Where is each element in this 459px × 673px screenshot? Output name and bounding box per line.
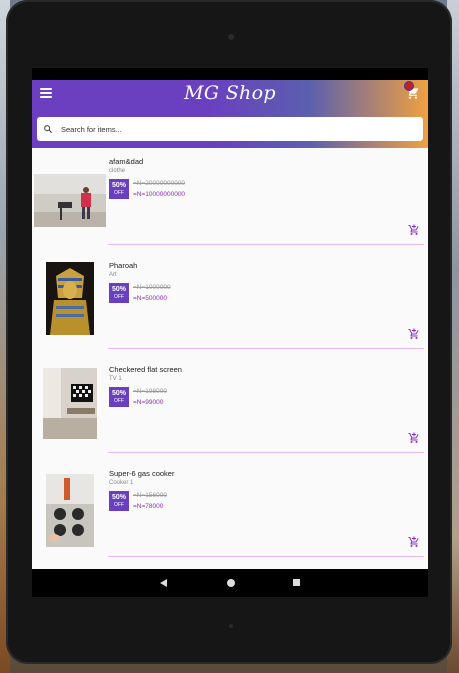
discount-badge: 50% OFF (109, 179, 129, 199)
old-price: =N=1000000 (133, 284, 171, 291)
recents-icon[interactable] (293, 579, 300, 586)
sensor-icon (229, 624, 233, 628)
navigation-bar (32, 569, 428, 597)
product-category: TV 1 (109, 376, 122, 382)
search-icon (44, 125, 53, 134)
add-cart-icon[interactable] (408, 224, 420, 236)
discount-percent: 50% (111, 494, 126, 501)
status-bar (32, 68, 428, 80)
product-category: Cooker 1 (109, 480, 134, 486)
discount-percent: 50% (111, 286, 126, 293)
product-card[interactable]: Checkered flat screen TV 1 50% OFF =N=19… (32, 356, 428, 460)
item-divider (108, 556, 424, 557)
product-image[interactable] (34, 174, 106, 227)
product-category: clothe (109, 168, 126, 174)
new-price: =N=99000 (133, 399, 164, 406)
discount-off-label: OFF (114, 294, 124, 300)
discount-badge: 50% OFF (109, 387, 129, 407)
discount-badge: 50% OFF (109, 491, 129, 511)
discount-badge: 50% OFF (109, 283, 129, 303)
product-category: Art (109, 272, 117, 278)
product-image[interactable] (46, 262, 94, 335)
discount-percent: 50% (111, 390, 126, 397)
old-price: =N=198000 (133, 388, 167, 395)
new-price: =N=10000000000 (133, 191, 186, 198)
cart-badge (404, 81, 414, 91)
old-price: =N=156000 (133, 492, 167, 499)
discount-percent: 50% (111, 182, 126, 189)
add-cart-icon[interactable] (408, 536, 420, 548)
search-bar[interactable] (37, 117, 423, 141)
product-card[interactable]: afam&dad clothe 50% OFF =N=20000000000 =… (32, 148, 428, 252)
new-price: =N=500000 (133, 295, 167, 302)
app-screen: MG Shop Search for items... afam&dad clo… (32, 68, 428, 597)
product-image[interactable] (43, 368, 97, 439)
product-card[interactable]: Pharoah Art 50% OFF =N=1000000 =N=500000 (32, 252, 428, 356)
item-divider (108, 244, 424, 245)
old-price: =N=20000000000 (133, 180, 186, 187)
product-image[interactable] (46, 474, 94, 547)
search-input[interactable] (59, 123, 363, 135)
add-cart-icon[interactable] (408, 432, 420, 444)
camera-icon (228, 34, 234, 40)
add-cart-icon[interactable] (408, 328, 420, 340)
discount-off-label: OFF (114, 190, 124, 196)
product-card[interactable]: Super-6 gas cooker Cooker 1 50% OFF =N=1… (32, 460, 428, 564)
app-title: MG Shop (184, 82, 276, 104)
home-icon[interactable] (227, 579, 235, 587)
discount-off-label: OFF (114, 502, 124, 508)
product-name[interactable]: Pharoah (109, 261, 137, 270)
item-divider (108, 452, 424, 453)
product-name[interactable]: afam&dad (109, 157, 143, 166)
tablet-frame: MG Shop Search for items... afam&dad clo… (6, 0, 452, 664)
new-price: =N=78000 (133, 503, 164, 510)
item-divider (108, 348, 424, 349)
discount-off-label: OFF (114, 398, 124, 404)
product-name[interactable]: Checkered flat screen (109, 365, 182, 374)
back-icon[interactable] (160, 579, 167, 587)
product-name[interactable]: Super-6 gas cooker (109, 469, 174, 478)
product-list[interactable]: afam&dad clothe 50% OFF =N=20000000000 =… (32, 148, 428, 585)
app-bar: MG Shop (32, 80, 428, 148)
